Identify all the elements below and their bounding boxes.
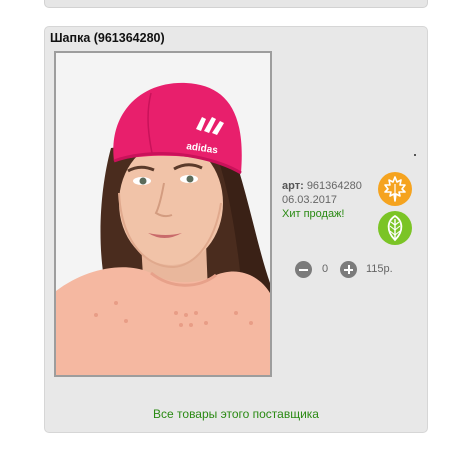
increase-quantity-button[interactable] [340, 261, 357, 278]
minus-icon [299, 268, 308, 271]
supplier-products-link[interactable]: Все товары этого поставщика [45, 407, 427, 421]
quantity-value: 0 [322, 263, 329, 275]
product-price: 115р. [366, 263, 393, 275]
season-badge-spring [378, 211, 412, 245]
article-line: арт: 961364280 [282, 179, 362, 193]
product-photo[interactable]: adidas [54, 51, 272, 377]
maple-leaf-icon [384, 176, 406, 202]
leaf-icon [387, 214, 403, 242]
article-value: 961364280 [306, 180, 362, 192]
product-date: 06.03.2017 [282, 194, 338, 206]
product-title: Шапка (961364280) [50, 31, 165, 45]
article-label: арт: [282, 180, 304, 192]
season-badge-autumn [378, 172, 412, 206]
bestseller-label: Хит продаж! [282, 208, 345, 220]
product-info: арт: 961364280 06.03.2017 Хит продаж! [282, 179, 362, 221]
previous-card-bottom [44, 0, 428, 8]
separator-dot [414, 154, 416, 156]
product-card: Шапка (961364280) adidas арт: 961364280 … [44, 26, 428, 433]
product-photo-image: adidas [56, 53, 270, 375]
decrease-quantity-button[interactable] [295, 261, 312, 278]
